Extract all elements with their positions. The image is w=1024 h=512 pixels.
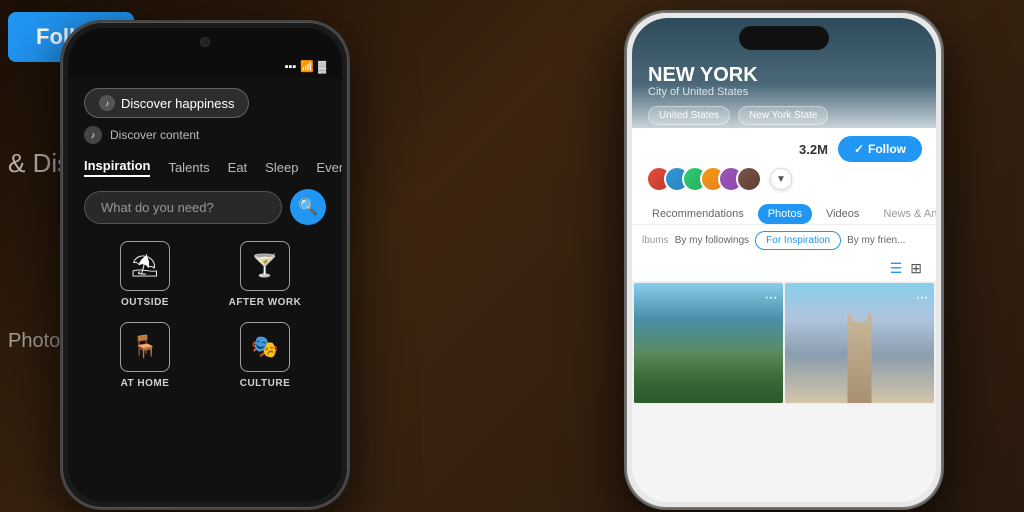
nav-events[interactable]: Events [316, 160, 342, 175]
sub-tab-inspiration[interactable]: For Inspiration [755, 231, 841, 250]
afterwork-icon: 🍸 [240, 241, 290, 291]
phone-notch [155, 28, 255, 56]
status-icons: ▪▪▪ 📶 ▓ [285, 60, 326, 73]
search-icon: 🔍 [298, 197, 318, 217]
category-after-work[interactable]: 🍸 AFTER WORK [212, 241, 318, 308]
follow-label: Follow [868, 142, 906, 156]
nav-inspiration[interactable]: Inspiration [84, 158, 150, 177]
right-phone: NEW YORK City of United States United St… [624, 10, 944, 510]
notch-camera [200, 37, 210, 47]
city-title: NEW YORK [648, 64, 920, 86]
outside-icon: ⛱ [120, 241, 170, 291]
nav-sleep[interactable]: Sleep [265, 160, 298, 175]
tab-photos[interactable]: Photos [758, 204, 812, 224]
tabs-area: Recommendations Photos Videos News & Art… [632, 198, 936, 225]
music-icon: ♪ [99, 95, 115, 111]
grid-view-icon[interactable]: ⊞ [910, 260, 922, 277]
photo-dots-1: ··· [764, 289, 777, 307]
follow-button[interactable]: ✓ Follow [838, 136, 922, 162]
sub-tab-friends[interactable]: By my frien... [847, 235, 905, 246]
tab-recommendations[interactable]: Recommendations [642, 204, 754, 224]
battery-icon: ▓ [318, 61, 326, 73]
search-row: What do you need? 🔍 [84, 189, 326, 225]
search-bar[interactable]: What do you need? [84, 191, 282, 224]
right-phone-inner: NEW YORK City of United States United St… [632, 18, 936, 502]
culture-icon: 🎭 [240, 322, 290, 372]
building-silhouette [840, 313, 880, 403]
location-tags: United States New York State [648, 106, 920, 125]
left-phone: ▪▪▪ 📶 ▓ ♪ Discover happiness ♪ Discover … [60, 20, 350, 510]
discover-happiness-pill[interactable]: ♪ Discover happiness [84, 88, 249, 118]
music-icon-2: ♪ [84, 126, 102, 144]
status-bar: ▪▪▪ 📶 ▓ [68, 56, 342, 77]
discover-pills: ♪ Discover happiness ♪ Discover content [84, 88, 326, 144]
left-phone-inner: ▪▪▪ 📶 ▓ ♪ Discover happiness ♪ Discover … [68, 28, 342, 502]
category-outside[interactable]: ⛱ OUTSIDE [92, 241, 198, 308]
category-grid: ⛱ OUTSIDE 🍸 AFTER WORK 🪑 AT HOME 🎭 CULTU… [84, 241, 326, 389]
photo-thumb-2[interactable]: ··· [785, 283, 934, 403]
location-tag-us[interactable]: United States [648, 106, 730, 125]
photo-dots-2: ··· [915, 289, 928, 307]
view-row: ☰ ⊞ [632, 256, 936, 281]
tab-news[interactable]: News & Artic... [873, 204, 936, 224]
photo-grid: ··· ··· [632, 281, 936, 405]
checkmark-icon: ✓ [854, 142, 864, 156]
outside-label: OUTSIDE [121, 297, 169, 308]
chevron-down-icon[interactable]: ▼ [770, 168, 792, 190]
sub-tab-followings[interactable]: By my followings [675, 235, 749, 246]
nav-talents[interactable]: Talents [168, 160, 209, 175]
nav-row: Inspiration Talents Eat Sleep Events [84, 158, 326, 177]
tab-videos[interactable]: Videos [816, 204, 869, 224]
avatars-row: ▼ [632, 166, 936, 198]
wifi-icon: 📶 [300, 60, 314, 73]
city-subtitle: City of United States [648, 86, 920, 98]
athome-icon: 🪑 [120, 322, 170, 372]
afterwork-label: AFTER WORK [229, 297, 302, 308]
location-tag-ny[interactable]: New York State [738, 106, 828, 125]
search-button[interactable]: 🔍 [290, 189, 326, 225]
avatar-6 [736, 166, 762, 192]
stats-row: 3.2M ✓ Follow [632, 128, 936, 166]
tabs-scroll: Recommendations Photos Videos News & Art… [632, 204, 936, 224]
list-view-icon[interactable]: ☰ [890, 260, 903, 277]
right-header: NEW YORK City of United States United St… [632, 18, 936, 128]
discover-content-label: Discover content [110, 128, 199, 142]
photo-thumb-1[interactable]: ··· [634, 283, 783, 403]
athome-label: AT HOME [121, 378, 170, 389]
category-culture[interactable]: 🎭 CULTURE [212, 322, 318, 389]
signal-icon: ▪▪▪ [285, 61, 297, 73]
sub-tabs-row: lbums By my followings For Inspiration B… [632, 225, 936, 256]
category-at-home[interactable]: 🪑 AT HOME [92, 322, 198, 389]
dark-phone-content: ♪ Discover happiness ♪ Discover content … [68, 78, 342, 502]
pill-row-1: ♪ Discover happiness [84, 88, 326, 118]
trees-layer [634, 353, 783, 403]
pill-row-2: ♪ Discover content [84, 126, 326, 144]
albums-text: lbums [642, 235, 669, 246]
culture-label: CULTURE [240, 378, 291, 389]
nav-eat[interactable]: Eat [228, 160, 248, 175]
followers-count: 3.2M [799, 142, 828, 157]
discover-happiness-label: Discover happiness [121, 96, 234, 111]
